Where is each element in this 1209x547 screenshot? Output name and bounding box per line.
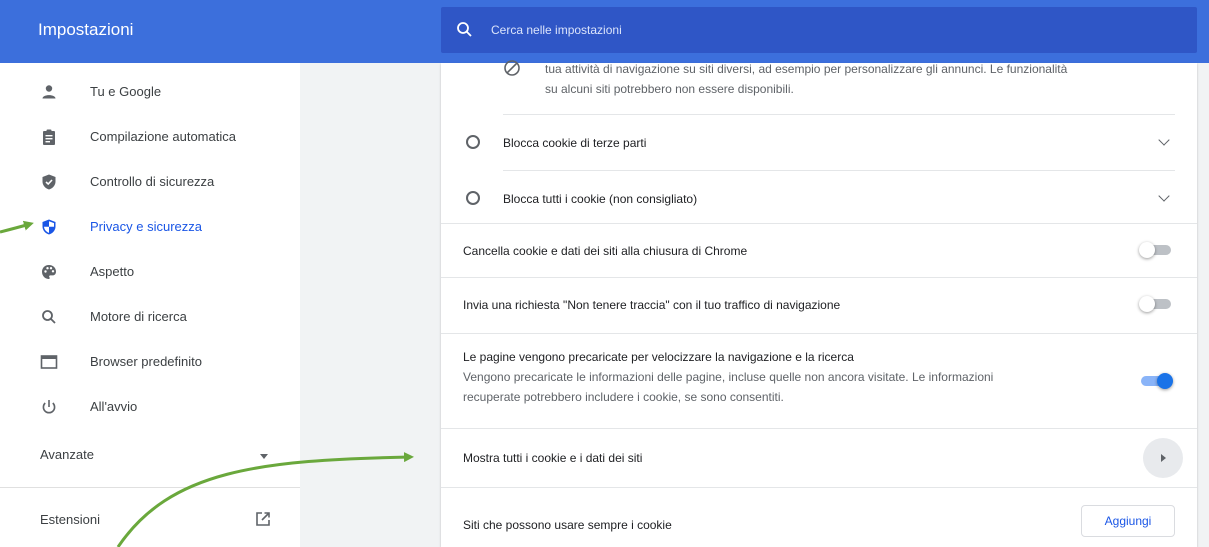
setting-description: recuperate potrebbero includere i cookie… [463, 390, 784, 404]
arrow-right-button[interactable] [1143, 438, 1183, 478]
clear-on-exit-toggle[interactable] [1139, 242, 1173, 258]
sidebar-item-label: All'avvio [90, 399, 138, 414]
setting-label: Mostra tutti i cookie e i dati dei siti [463, 451, 643, 465]
sidebar-item-privacy[interactable]: Privacy e sicurezza [0, 208, 300, 248]
sidebar-item-default-browser[interactable]: Browser predefinito [0, 343, 300, 383]
advanced-label: Avanzate [40, 447, 94, 462]
section-label: Siti che possono usare sempre i cookie [463, 518, 672, 532]
sidebar-item-label: Privacy e sicurezza [90, 219, 202, 234]
block-icon [504, 60, 520, 76]
sidebar-item-appearance[interactable]: Aspetto [0, 253, 300, 293]
search-icon [457, 22, 472, 37]
setting-label: Invia una richiesta "Non tenere traccia"… [463, 298, 841, 312]
sidebar: Tu e Google Compilazione automatica Cont… [0, 63, 300, 547]
preload-toggle[interactable] [1139, 373, 1173, 389]
setting-clear-on-exit: Cancella cookie e dati dei siti alla chi… [441, 224, 1197, 277]
chevron-down-icon[interactable] [1158, 134, 1170, 146]
toggle-knob [1139, 296, 1155, 312]
search-icon [42, 310, 56, 324]
advanced-toggle[interactable]: Avanzate [40, 443, 280, 467]
setting-preload: Le pagine vengono precaricate per veloci… [441, 334, 1197, 428]
page-title: Impostazioni [38, 20, 134, 39]
do-not-track-toggle[interactable] [1139, 296, 1173, 312]
sidebar-item-autofill[interactable]: Compilazione automatica [0, 118, 300, 158]
browser-window-icon [40, 355, 58, 369]
option-block-third-party[interactable]: Blocca cookie di terze parti [441, 115, 1197, 170]
always-allow-row: Siti che possono usare sempre i cookie A… [441, 488, 1197, 547]
option-block-all[interactable]: Blocca tutti i cookie (non consigliato) [441, 171, 1197, 223]
toggle-knob [1157, 373, 1173, 389]
privacy-shield-icon [42, 219, 56, 235]
option-label: Blocca cookie di terze parti [503, 136, 647, 150]
setting-label: Cancella cookie e dati dei siti alla chi… [463, 244, 748, 258]
radio-button[interactable] [466, 135, 480, 149]
show-all-cookies-row[interactable]: Mostra tutti i cookie e i dati dei siti [441, 429, 1197, 487]
sidebar-item-label: Browser predefinito [90, 354, 202, 369]
add-button[interactable]: Aggiungi [1081, 505, 1175, 537]
extensions-link[interactable]: Estensioni [40, 508, 280, 532]
clipboard-icon [43, 129, 55, 145]
caret-down-icon [260, 454, 268, 459]
radio-button[interactable] [466, 191, 480, 205]
cookie-description-line: su alcuni siti potrebbero non essere dis… [545, 82, 794, 96]
setting-description: Vengono precaricate le informazioni dell… [463, 370, 994, 384]
extensions-label: Estensioni [40, 512, 100, 527]
shield-check-icon [42, 174, 56, 190]
setting-do-not-track: Invia una richiesta "Non tenere traccia"… [441, 278, 1197, 333]
sidebar-item-on-startup[interactable]: All'avvio [0, 388, 300, 428]
open-in-new-icon [256, 512, 270, 526]
palette-icon [42, 265, 56, 279]
sidebar-item-you-and-google[interactable]: Tu e Google [0, 73, 300, 113]
sidebar-item-label: Aspetto [90, 264, 135, 279]
sidebar-item-search-engine[interactable]: Motore di ricerca [0, 298, 300, 338]
option-label: Blocca tutti i cookie (non consigliato) [503, 192, 698, 206]
toggle-knob [1139, 242, 1155, 258]
search-bar[interactable] [441, 7, 1197, 53]
sidebar-item-label: Motore di ricerca [90, 309, 187, 324]
setting-label: Le pagine vengono precaricate per veloci… [463, 350, 854, 364]
sidebar-item-safety-check[interactable]: Controllo di sicurezza [0, 163, 300, 203]
sidebar-divider [0, 487, 300, 488]
arrow-right-icon [1161, 454, 1166, 462]
sidebar-item-label: Tu e Google [90, 84, 162, 99]
sidebar-item-label: Compilazione automatica [90, 129, 236, 144]
person-icon [42, 85, 56, 99]
sidebar-item-label: Controllo di sicurezza [90, 174, 215, 189]
power-icon [42, 400, 56, 414]
chevron-down-icon[interactable] [1158, 190, 1170, 202]
settings-card: tua attività di navigazione su siti dive… [441, 60, 1197, 547]
cookie-description-line: tua attività di navigazione su siti dive… [545, 62, 1068, 76]
search-input[interactable] [491, 18, 1171, 42]
settings-header: Impostazioni [0, 0, 1209, 63]
